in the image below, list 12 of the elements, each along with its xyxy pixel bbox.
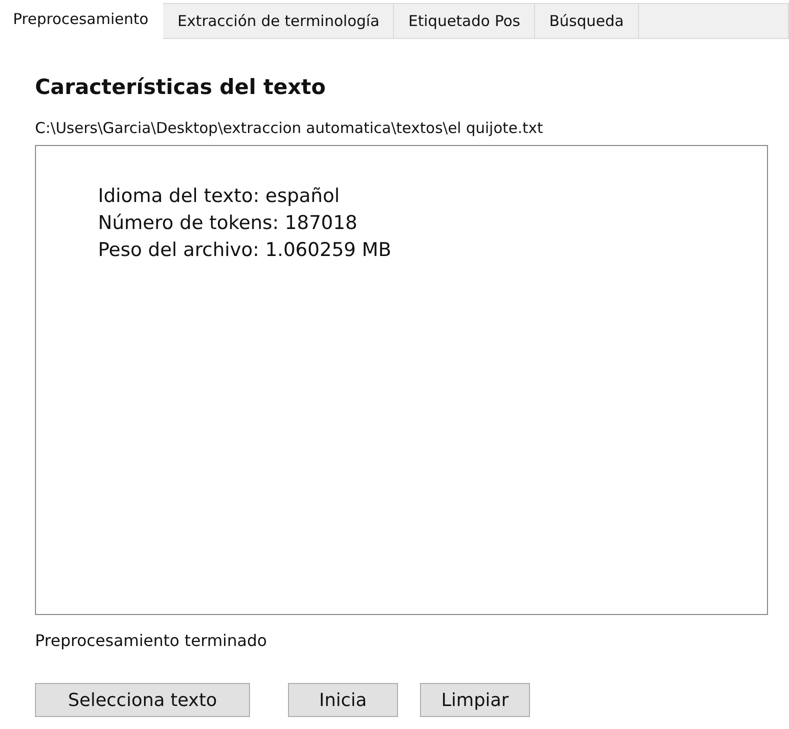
- tab[interactable]: Etiquetado Pos: [394, 3, 536, 39]
- output-line: Idioma del texto: español: [98, 184, 341, 209]
- output-line: Número de tokens: 187018: [98, 211, 358, 236]
- action-button[interactable]: Limpiar: [420, 683, 530, 717]
- section-heading: Características del texto: [35, 74, 327, 101]
- action-button[interactable]: Inicia: [288, 683, 398, 717]
- tab[interactable]: Búsqueda: [535, 3, 639, 39]
- action-button[interactable]: Selecciona texto: [35, 683, 250, 717]
- status-text: Preprocesamiento terminado: [35, 631, 268, 651]
- output-line: Peso del archivo: 1.060259 MB: [98, 238, 392, 263]
- tab[interactable]: Extracción de terminología: [163, 3, 394, 39]
- file-path: C:\Users\Garcia\Desktop\extraccion automatica\textos\el quijote.txt: [35, 119, 544, 137]
